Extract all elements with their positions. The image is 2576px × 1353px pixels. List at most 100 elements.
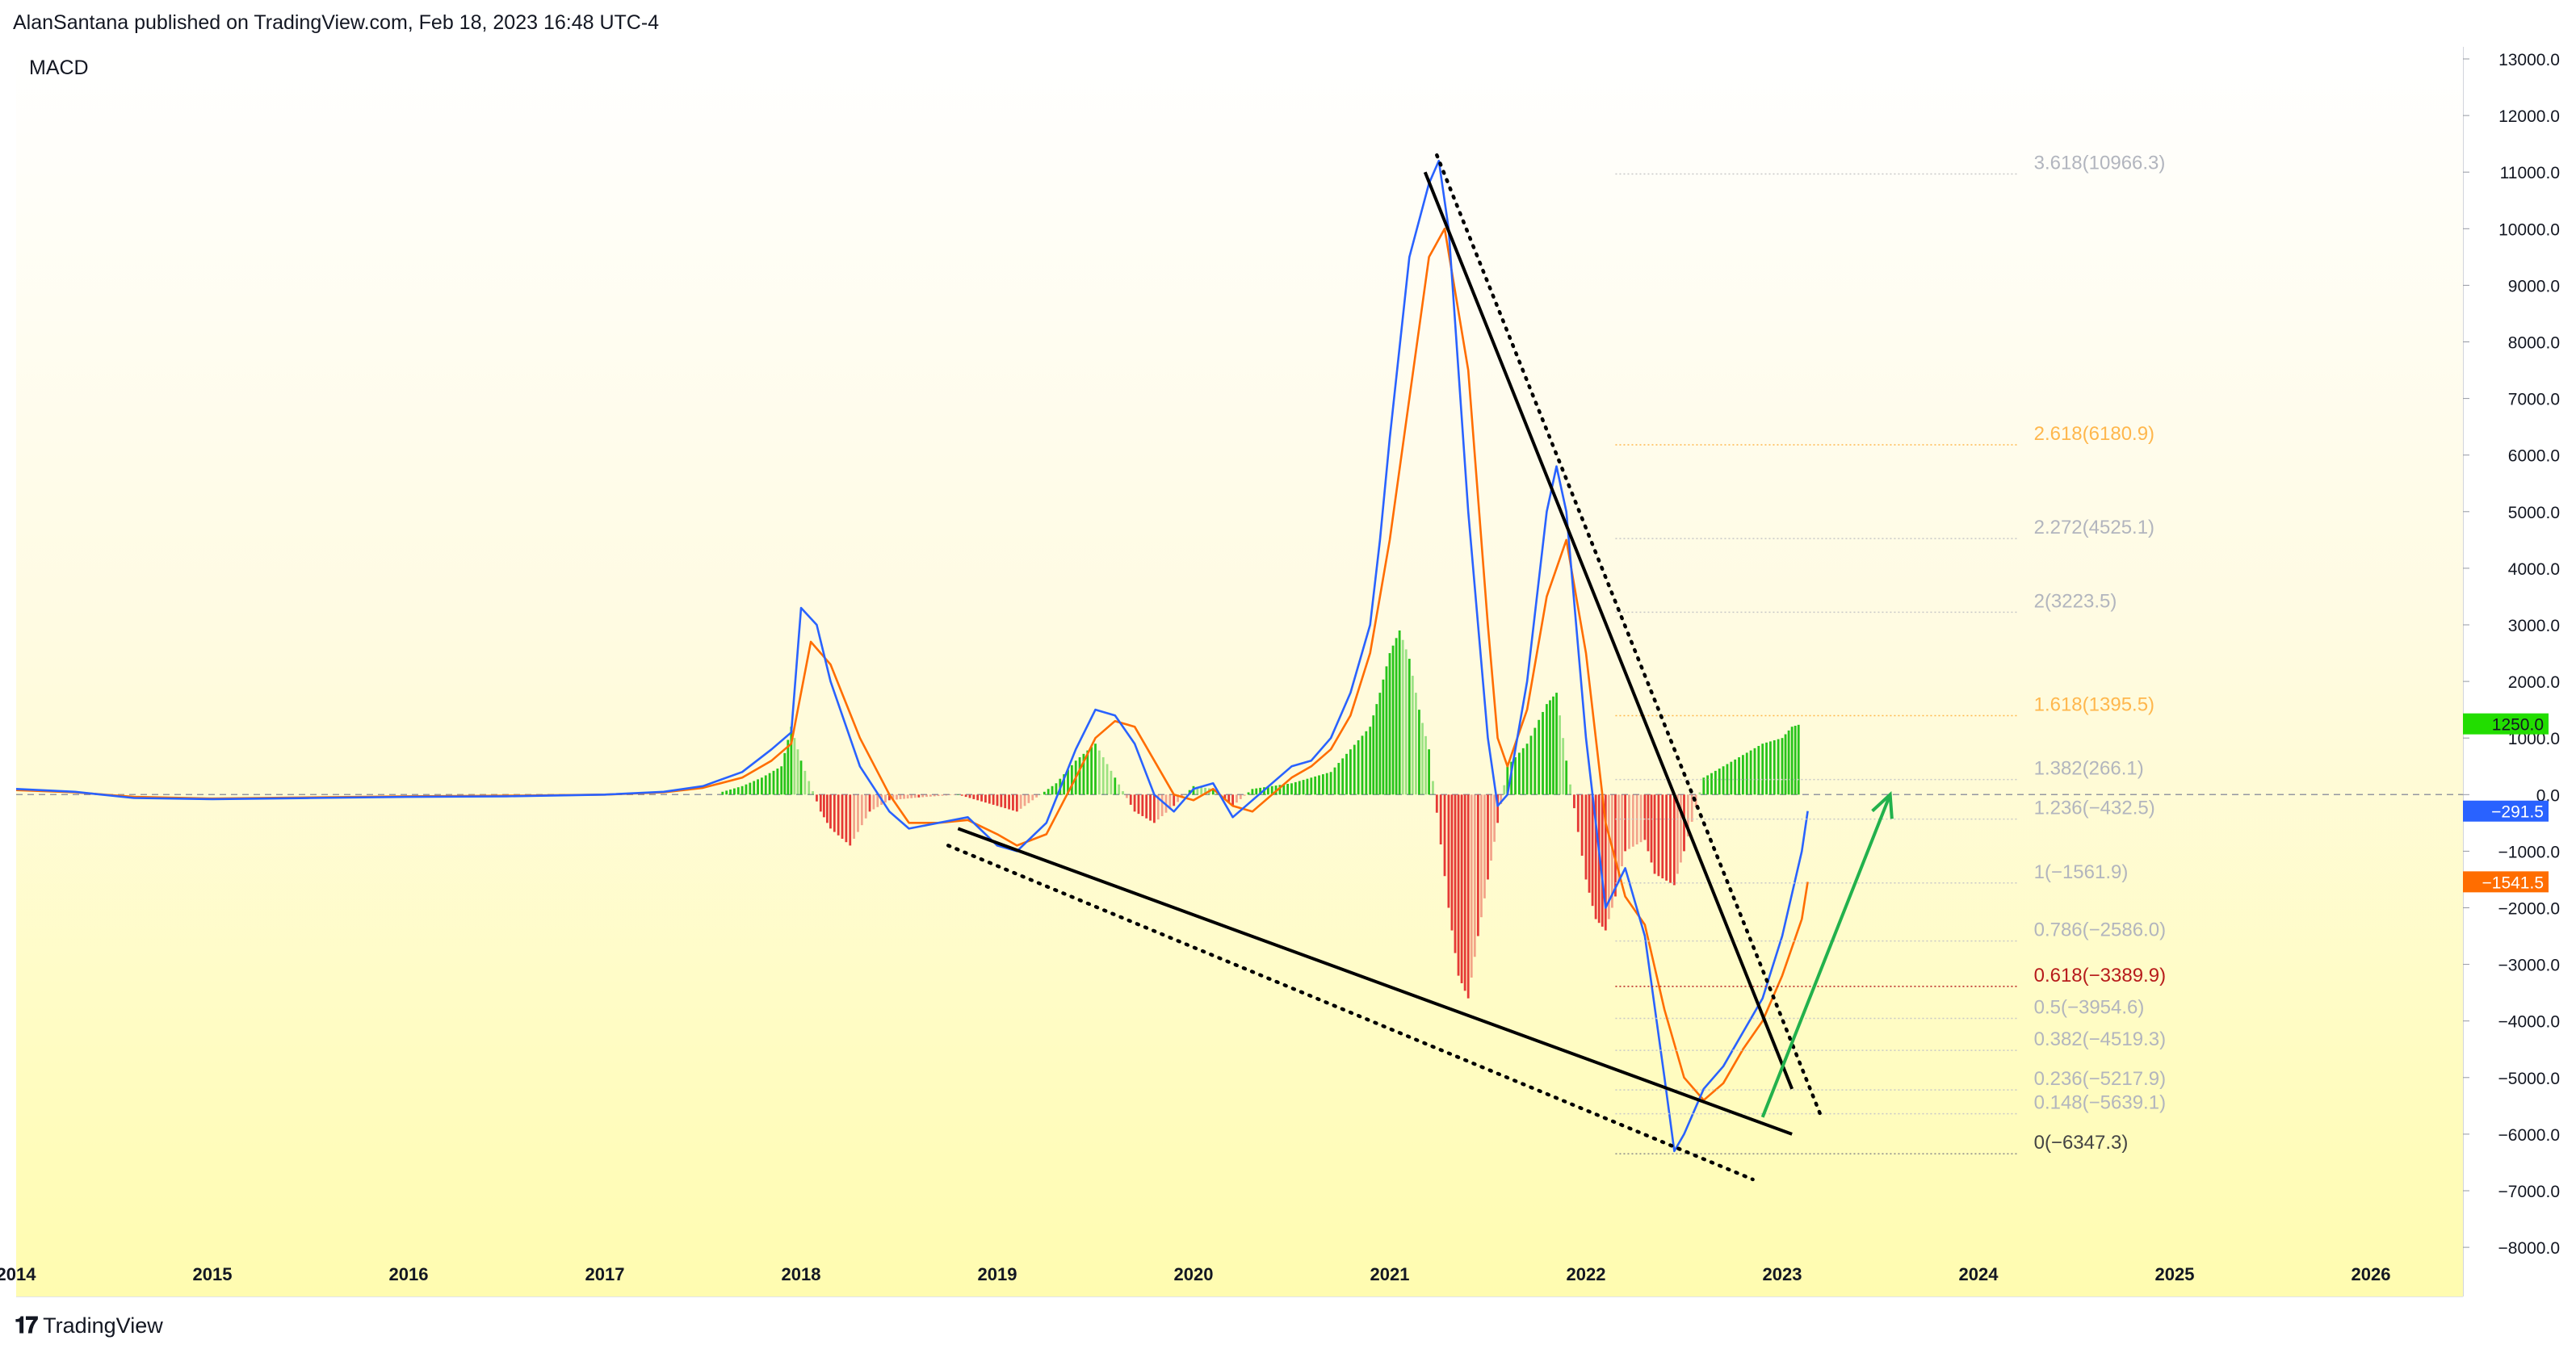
histogram-bar (1369, 727, 1372, 795)
brand-footer[interactable]: 𝟏𝟕 TradingView (15, 1313, 163, 1339)
fib-level-label: 2.272(4525.1) (2034, 517, 2154, 538)
histogram-bar (1546, 704, 1548, 795)
histogram-bar (1742, 755, 1744, 795)
histogram-bar (1460, 794, 1463, 983)
histogram-bar (1031, 794, 1034, 801)
histogram-bar (768, 773, 771, 795)
histogram-bar (917, 794, 921, 798)
histogram-bar (899, 794, 902, 799)
histogram-bar (1631, 794, 1634, 847)
histogram-bar (960, 794, 963, 796)
histogram-bar (1722, 766, 1725, 795)
x-tick-label: 2016 (389, 1264, 429, 1284)
histogram-bar (1591, 794, 1594, 907)
histogram-bar (910, 794, 913, 798)
histogram-bar (1306, 778, 1309, 795)
histogram-bar (1385, 666, 1388, 795)
histogram-bar (937, 794, 940, 797)
histogram-bar (1573, 794, 1575, 809)
fib-level-label: 1(−1561.9) (2034, 861, 2129, 883)
histogram-bar (921, 794, 925, 798)
histogram-bar (761, 777, 763, 795)
histogram-bar (1614, 794, 1617, 897)
histogram-bar (1055, 783, 1058, 795)
histogram-bar (1549, 700, 1551, 795)
histogram-bar (1236, 794, 1238, 803)
histogram-bar (945, 794, 948, 796)
histogram-bar (1388, 653, 1391, 795)
histogram-bar (1302, 780, 1305, 795)
histogram-bar (845, 794, 848, 843)
histogram-bar (964, 794, 967, 798)
histogram-bar (1643, 794, 1647, 840)
fib-level-label: 1.382(266.1) (2034, 758, 2144, 780)
histogram-bar (1043, 791, 1046, 795)
histogram-bar (1533, 727, 1537, 795)
histogram-bar (780, 766, 783, 795)
histogram-bar (1375, 704, 1378, 795)
x-tick-label: 2018 (782, 1264, 821, 1284)
histogram-bar (1294, 781, 1297, 795)
histogram-bar (1480, 794, 1483, 918)
histogram-bar (1398, 630, 1401, 795)
histogram-bar (1321, 774, 1324, 795)
signal-line (15, 228, 1809, 1102)
histogram-bar (1137, 794, 1140, 815)
histogram-bar (837, 794, 840, 836)
histogram-bar (1251, 789, 1254, 795)
histogram-bar (833, 794, 836, 832)
histogram-bar (1661, 794, 1664, 879)
histogram-bar (1160, 794, 1164, 816)
histogram-bar (1777, 739, 1780, 795)
y-tick-label: 7000.0 (2508, 391, 2560, 409)
histogram-bar (1647, 794, 1650, 852)
histogram-bar (1628, 794, 1630, 849)
histogram-bar (1039, 794, 1042, 795)
histogram-bar (980, 794, 983, 802)
histogram-bar (729, 789, 732, 795)
histogram-bar (941, 794, 944, 796)
histogram-bar (1051, 785, 1054, 795)
y-tick-label: −5000.0 (2498, 1070, 2561, 1088)
histogram-bar (826, 794, 829, 823)
y-tick-label: 11000.0 (2500, 164, 2560, 182)
histogram-bar (968, 794, 971, 798)
histogram-bar (1090, 747, 1093, 795)
histogram-bar (841, 794, 844, 839)
y-tick-label: −7000.0 (2498, 1183, 2561, 1201)
histogram-bar (1794, 726, 1797, 795)
y-tick-label: −4000.0 (2498, 1013, 2561, 1032)
histogram-bar (1357, 740, 1360, 795)
histogram-bar (949, 794, 952, 796)
histogram-bar (976, 794, 980, 801)
y-tick-label: 3000.0 (2508, 617, 2560, 635)
histogram-bar (1521, 748, 1525, 795)
histogram-bar (857, 794, 859, 832)
histogram-bar (957, 794, 959, 795)
histogram-bar (1601, 794, 1604, 927)
histogram-bar (1290, 783, 1293, 795)
histogram-bar (1562, 738, 1565, 795)
histogram-bar (1004, 794, 1007, 809)
x-tick-label: 2024 (1959, 1264, 1999, 1284)
histogram-bar (1094, 744, 1097, 795)
y-tick-label: −1000.0 (2498, 843, 2561, 861)
histogram-bar (1141, 794, 1144, 816)
indicator-label: MACD (29, 57, 89, 79)
histogram-bar (1466, 794, 1470, 999)
histogram-bar (1718, 769, 1721, 795)
histogram-bar (772, 770, 775, 795)
macd-chart-svg[interactable]: 3.618(10966.3) 2.618(6180.9) 2.272(4525.1)… (0, 0, 2576, 1353)
histogram-bar (1476, 794, 1479, 936)
histogram-bar (1470, 794, 1473, 978)
histogram-bar (1665, 794, 1668, 881)
histogram-bar (1726, 764, 1729, 795)
histogram-bar (816, 794, 818, 802)
price-tag-label: −1541.5 (2482, 873, 2545, 892)
tradingview-logo-icon: 𝟏𝟕 (15, 1313, 38, 1338)
x-tick-label: 2014 (0, 1264, 36, 1284)
histogram-bar (1404, 649, 1408, 795)
histogram-bar (1027, 794, 1030, 803)
histogram-bar (1487, 794, 1489, 880)
macd-line (15, 159, 1809, 1153)
